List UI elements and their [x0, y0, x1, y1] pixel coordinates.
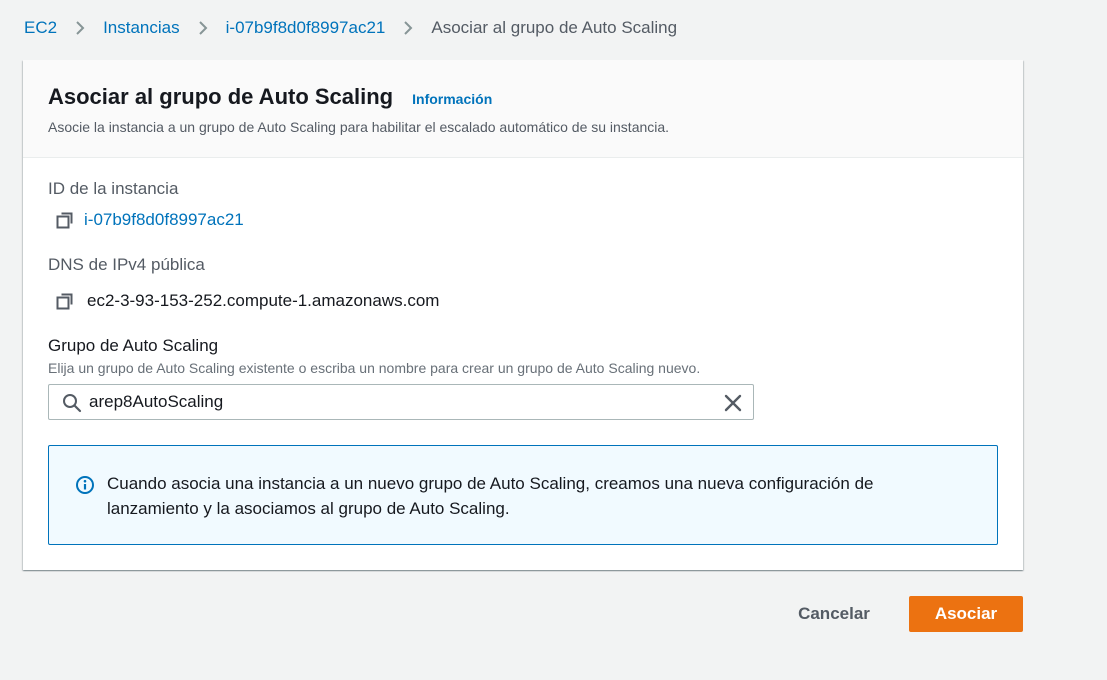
breadcrumb-instance-id[interactable]: i-07b9f8d0f8997ac21	[226, 18, 386, 38]
page-title: Asociar al grupo de Auto Scaling	[48, 84, 394, 109]
info-alert: Cuando asocia una instancia a un nuevo g…	[48, 445, 998, 545]
info-link[interactable]: Información	[412, 91, 492, 107]
close-icon[interactable]	[723, 393, 743, 418]
instance-id-row: i-07b9f8d0f8997ac21	[56, 210, 244, 230]
cancel-button[interactable]: Cancelar	[780, 596, 888, 632]
copy-icon[interactable]	[56, 291, 76, 311]
associate-button[interactable]: Asociar	[909, 596, 1023, 632]
panel-header: Asociar al grupo de Auto Scaling Informa…	[23, 60, 1023, 158]
dns-row: ec2-3-93-153-252.compute-1.amazonaws.com	[56, 291, 439, 311]
associate-asg-panel: Asociar al grupo de Auto Scaling Informa…	[23, 60, 1023, 570]
asg-search-field[interactable]	[48, 384, 754, 420]
asg-field-label: Grupo de Auto Scaling	[48, 336, 219, 355]
instance-id-link[interactable]: i-07b9f8d0f8997ac21	[84, 210, 244, 230]
search-icon	[62, 393, 82, 418]
dns-value: ec2-3-93-153-252.compute-1.amazonaws.com	[87, 291, 440, 310]
chevron-right-icon	[385, 17, 431, 39]
breadcrumb-ec2[interactable]: EC2	[24, 18, 57, 38]
dns-label: DNS de IPv4 pública	[48, 255, 205, 274]
breadcrumb-instancias[interactable]: Instancias	[103, 18, 180, 38]
chevron-right-icon	[180, 17, 226, 39]
info-circle-icon	[75, 475, 95, 500]
asg-search-input[interactable]	[89, 385, 709, 419]
alert-text: Cuando asocia una instancia a un nuevo g…	[107, 474, 874, 518]
asg-field-description: Elija un grupo de Auto Scaling existente…	[48, 360, 701, 376]
breadcrumb-current: Asociar al grupo de Auto Scaling	[431, 18, 678, 37]
copy-icon[interactable]	[56, 210, 76, 230]
breadcrumb: EC2 Instancias i-07b9f8d0f8997ac21 Asoci…	[24, 17, 677, 39]
panel-description: Asocie la instancia a un grupo de Auto S…	[48, 119, 670, 135]
instance-id-label: ID de la instancia	[48, 179, 179, 198]
chevron-right-icon	[57, 17, 103, 39]
